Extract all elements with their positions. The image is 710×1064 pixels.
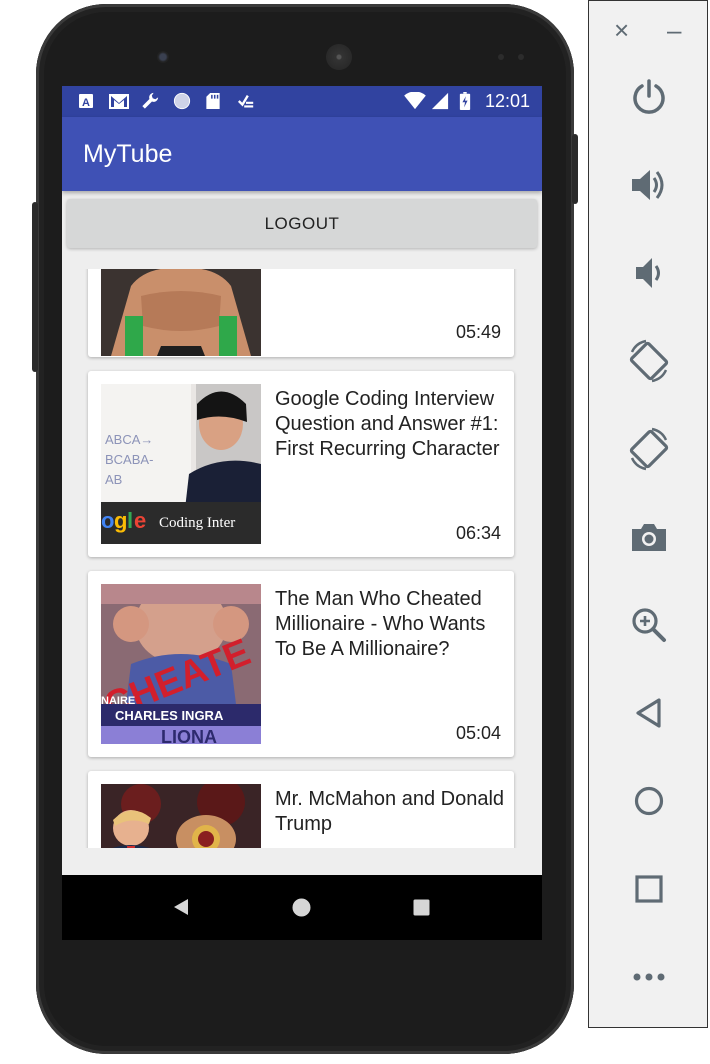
svg-text:BCABA-: BCABA- (105, 452, 153, 467)
svg-text:e: e (134, 508, 146, 533)
zoom-icon[interactable] (625, 601, 673, 649)
rotate-left-icon[interactable] (625, 337, 673, 385)
video-title: The Man Who Cheated Millionaire - Who Wa… (275, 588, 486, 660)
emulator-control-panel: × – (588, 0, 708, 1028)
home-icon[interactable] (292, 898, 311, 917)
status-bar: A 12:01 (62, 86, 542, 117)
signal-icon (431, 92, 449, 110)
wifi-icon (404, 92, 426, 110)
svg-text:LIONA: LIONA (161, 727, 217, 744)
svg-text:AB: AB (105, 472, 122, 487)
svg-text:o: o (101, 508, 114, 533)
video-card[interactable]: CHEATE NAIRE CHARLES INGRA LIONA The Man… (88, 571, 514, 757)
sd-card-icon (206, 92, 220, 110)
video-duration: 06:34 (455, 523, 501, 543)
volume-down-icon[interactable] (625, 249, 673, 297)
circle-icon (173, 92, 191, 110)
app-title: MyTube (83, 140, 173, 168)
recents-icon[interactable] (413, 899, 430, 916)
system-nav-bar (62, 875, 542, 940)
status-time: 12:01 (484, 91, 530, 111)
volume-up-icon[interactable] (625, 161, 673, 209)
video-duration: 05:04 (455, 723, 501, 743)
svg-text:ABCA→: ABCA→ (105, 432, 153, 447)
mcmahon-trump-thumbnail (101, 784, 261, 848)
video-card[interactable]: ABCA→ BCABA- AB o g l e Coding Inter Goo… (88, 371, 514, 557)
wrench-icon (142, 92, 159, 109)
home-icon[interactable] (625, 777, 673, 825)
video-title: Google Coding Interview Question and Ans… (275, 388, 500, 460)
close-icon[interactable]: × (614, 15, 629, 45)
svg-text:Coding Inter: Coding Inter (159, 515, 235, 531)
logout-button[interactable]: LOGOUT (67, 199, 537, 248)
video-card[interactable]: Mr. McMahon and Donald Trump (88, 771, 514, 848)
phone-volume-button (572, 134, 578, 204)
camera-icon[interactable] (625, 513, 673, 561)
svg-text:NAIRE: NAIRE (101, 695, 135, 707)
proximity-sensor (498, 54, 504, 60)
task-check-icon (237, 94, 254, 108)
video-duration: 05:49 (455, 322, 501, 342)
overview-icon[interactable] (625, 865, 673, 913)
back-icon[interactable] (172, 898, 190, 916)
front-camera (157, 51, 169, 63)
svg-text:A: A (82, 97, 90, 109)
light-sensor (518, 54, 524, 60)
power-icon[interactable] (625, 73, 673, 121)
back-icon[interactable] (625, 689, 673, 737)
phone-power-button (32, 202, 38, 372)
app-toolbar: MyTube (62, 117, 542, 191)
device-screen: A 12:01 MyTube LOGOUT 05:49 ABCA→ BCABA-… (62, 86, 542, 940)
google-coding-thumbnail: ABCA→ BCABA- AB o g l e Coding Inter (101, 384, 261, 544)
video-card[interactable]: 05:49 (88, 269, 514, 357)
svg-text:l: l (127, 508, 133, 533)
earpiece-speaker (326, 44, 352, 70)
rotate-right-icon[interactable] (625, 425, 673, 473)
battery-icon (459, 92, 471, 110)
video-list[interactable]: 05:49 ABCA→ BCABA- AB o g l e Coding Int… (62, 269, 542, 848)
accessibility-a-icon: A (79, 94, 93, 109)
gmail-icon (109, 94, 129, 109)
cheated-thumbnail: CHEATE NAIRE CHARLES INGRA LIONA (101, 584, 261, 744)
svg-text:CHARLES INGRA: CHARLES INGRA (115, 708, 224, 723)
video-title: Mr. McMahon and Donald Trump (275, 788, 505, 835)
svg-text:g: g (114, 508, 127, 533)
minimize-icon[interactable]: – (667, 15, 681, 45)
more-icon[interactable] (625, 953, 673, 1001)
wrestler-thumbnail (101, 269, 261, 356)
